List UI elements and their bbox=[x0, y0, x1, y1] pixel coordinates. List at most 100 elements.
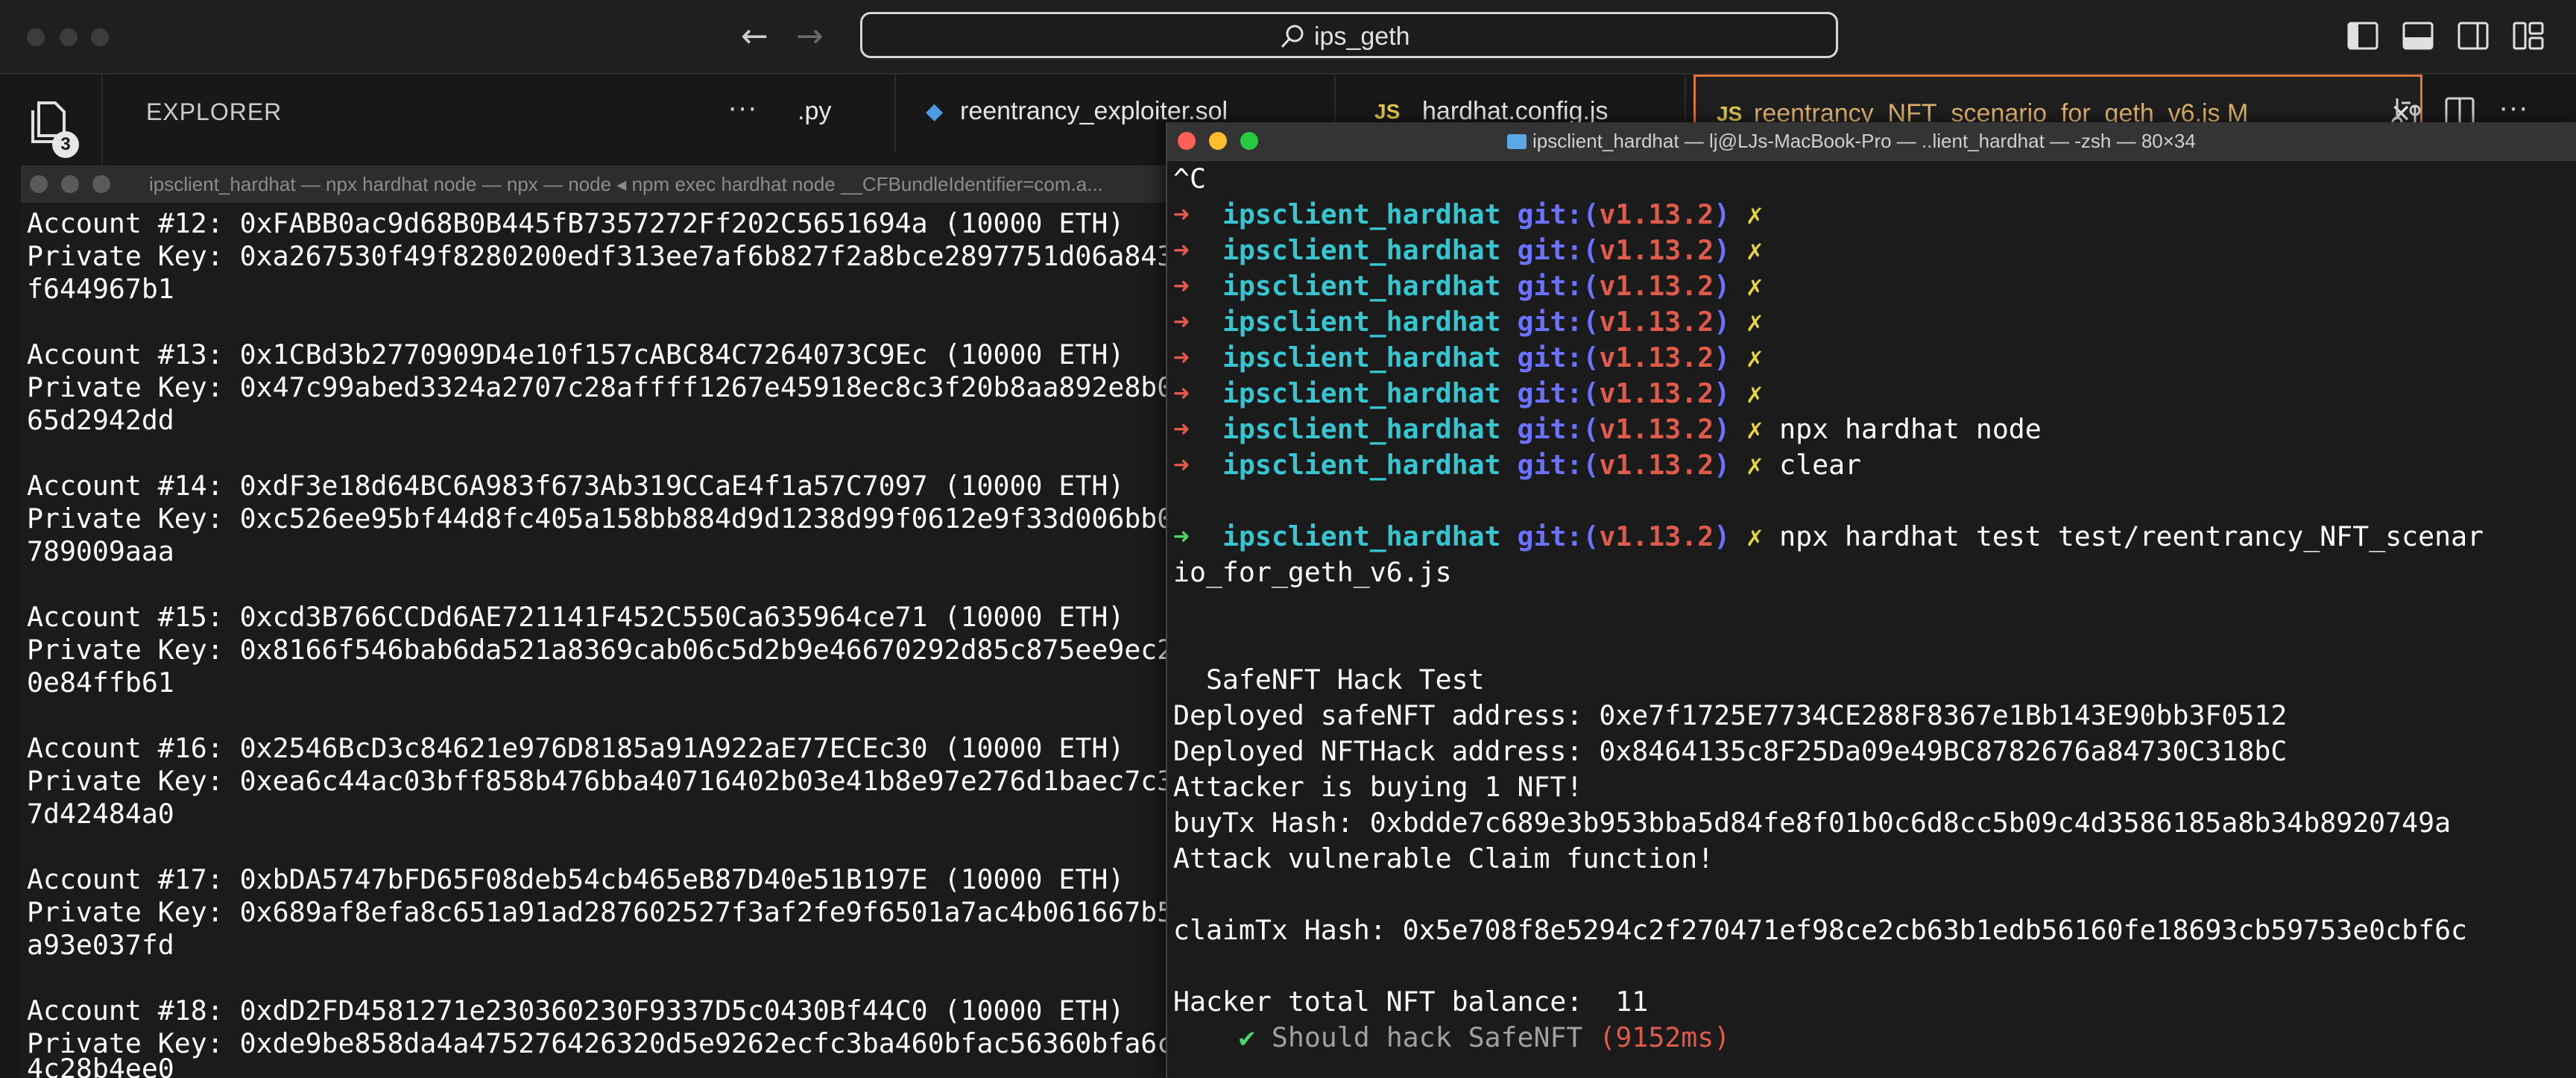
left-terminal-output[interactable]: Account #12: 0xFABB0ac9d68B0B445fB735727… bbox=[21, 203, 1169, 1078]
explorer-activity-button[interactable]: 3 bbox=[22, 98, 82, 158]
terminal-line: Account #12: 0xFABB0ac9d68B0B445fB735727… bbox=[27, 207, 1125, 239]
terminal-line: Account #17: 0xbDA5747bFD65F08deb54cb465… bbox=[27, 863, 1125, 895]
terminal-close-button[interactable] bbox=[1178, 132, 1196, 150]
more-actions-icon[interactable]: ··· bbox=[727, 91, 757, 124]
output-line: Attack vulnerable Claim function! bbox=[1173, 842, 1714, 874]
terminal-line: 7d42484a0 bbox=[27, 798, 174, 830]
terminal-line: Private Key: 0x8166f546bab6da521a8369cab… bbox=[27, 634, 1169, 666]
prompt-dirty: ✗ bbox=[1746, 234, 1764, 266]
prompt-dirty: ✗ bbox=[1746, 449, 1764, 481]
output-line: Hacker total NFT balance: 11 bbox=[1173, 986, 1649, 1018]
terminal-line: Account #15: 0xcd3B766CCDd6AE721141F452C… bbox=[27, 601, 1125, 633]
prompt-git-close: ) bbox=[1714, 234, 1731, 266]
test-command: npx hardhat test test/reentrancy_NFT_sce… bbox=[1779, 520, 2484, 552]
prompt-dirty: ✗ bbox=[1746, 198, 1764, 230]
terminal-minimize-button[interactable] bbox=[1209, 132, 1227, 150]
output-line: claimTx Hash: 0x5e708f8e5294c2f270471ef9… bbox=[1173, 914, 2468, 946]
prompt-dir: ipsclient_hardhat bbox=[1222, 520, 1501, 552]
terminal-zoom-button[interactable] bbox=[1240, 132, 1258, 150]
prompt-line: ➜ ipsclient_hardhat git:(v1.13.2) ✗ bbox=[1173, 268, 1779, 304]
toggle-panel-icon[interactable] bbox=[2402, 21, 2434, 51]
terminal-minimize-button[interactable] bbox=[61, 175, 79, 193]
prompt-git-close: ) bbox=[1714, 270, 1731, 302]
test-name: Should hack SafeNFT bbox=[1271, 1021, 1583, 1053]
javascript-icon: JS bbox=[1374, 100, 1401, 123]
terminal-line: Account #14: 0xdF3e18d64BC6A983f673Ab319… bbox=[27, 470, 1125, 502]
search-icon bbox=[1281, 25, 1304, 48]
prompt-line: ➜ ipsclient_hardhat git:(v1.13.2) ✗ bbox=[1173, 376, 1779, 412]
output-line: buyTx Hash: 0xbdde7c689e3b953bba5d84fe8f… bbox=[1173, 807, 2452, 839]
minimize-window-button[interactable] bbox=[60, 28, 78, 46]
prompt-arrow: ➜ bbox=[1173, 234, 1190, 266]
prompt-dirty: ✗ bbox=[1746, 341, 1764, 373]
prompt-dir: ipsclient_hardhat bbox=[1222, 306, 1501, 338]
prompt-dir: ipsclient_hardhat bbox=[1222, 198, 1501, 230]
back-arrow-icon[interactable]: ← bbox=[741, 18, 768, 55]
prompt-branch: v1.13.2 bbox=[1599, 270, 1714, 302]
prompt-git-close: ) bbox=[1714, 306, 1731, 338]
tab-py-file[interactable]: .py bbox=[796, 75, 896, 152]
terminal-line: Private Key: 0xa267530f49f8280200edf313e… bbox=[27, 240, 1169, 272]
terminal-line: Account #13: 0x1CBd3b2770909D4e10f157cAB… bbox=[27, 338, 1125, 371]
test-result-line: ✔ Should hack SafeNFT (9152ms) bbox=[1173, 1020, 1730, 1056]
prompt-git-close: ) bbox=[1714, 341, 1731, 373]
search-text: ips_geth bbox=[1314, 22, 1410, 51]
prompt-line: ➜ ipsclient_hardhat git:(v1.13.2) ✗ bbox=[1173, 304, 1779, 340]
terminal-line: Private Key: 0x689af8efa8c651a91ad287602… bbox=[27, 896, 1169, 928]
vscode-titlebar: ← → ips_geth bbox=[0, 0, 2576, 75]
terminal-line: 65d2942dd bbox=[27, 404, 174, 436]
output-line: Deployed safeNFT address: 0xe7f1725E7734… bbox=[1173, 699, 2288, 731]
prompt-git-close: ) bbox=[1714, 449, 1731, 481]
left-terminal-titlebar[interactable]: ipsclient_hardhat — npx hardhat node — n… bbox=[21, 166, 1169, 204]
terminal-line: Account #18: 0xdD2FD4581271e230360230F93… bbox=[27, 995, 1125, 1027]
prompt-arrow: ➜ bbox=[1173, 198, 1190, 230]
prompt-branch: v1.13.2 bbox=[1599, 449, 1714, 481]
prompt-dirty: ✗ bbox=[1746, 413, 1764, 445]
right-terminal-titlebar[interactable]: ipsclient_hardhat — lj@LJs-MacBook-Pro —… bbox=[1167, 122, 2576, 161]
suite-title: SafeNFT Hack Test bbox=[1173, 663, 1485, 696]
prompt-arrow: ➜ bbox=[1173, 270, 1190, 302]
check-icon: ✔ bbox=[1238, 1021, 1255, 1053]
prompt-dirty: ✗ bbox=[1746, 270, 1764, 302]
prompt-dir: ipsclient_hardhat bbox=[1222, 377, 1501, 409]
terminal-line: Private Key: 0xc526ee95bf44d8fc405a158bb… bbox=[27, 502, 1169, 535]
forward-arrow-icon[interactable]: → bbox=[796, 18, 824, 55]
prompt-branch: v1.13.2 bbox=[1599, 341, 1714, 373]
terminal-zoom-button[interactable] bbox=[92, 175, 110, 193]
tab-label: .py bbox=[798, 97, 832, 125]
explorer-badge: 3 bbox=[52, 131, 79, 158]
prompt-git-close: ) bbox=[1714, 377, 1731, 409]
command-center-search[interactable]: ips_geth bbox=[860, 12, 1838, 58]
prompt-arrow: ➜ bbox=[1173, 306, 1190, 338]
prompt-git: git:( bbox=[1517, 306, 1600, 338]
customize-layout-icon[interactable] bbox=[2512, 21, 2545, 51]
prompt-line: ➜ ipsclient_hardhat git:(v1.13.2) ✗ npx … bbox=[1173, 412, 2042, 447]
prompt-line: ➜ ipsclient_hardhat git:(v1.13.2) ✗ bbox=[1173, 340, 1779, 376]
terminal-line: 4c28b4ee0 bbox=[27, 1053, 174, 1078]
prompt-git-close: ) bbox=[1714, 198, 1731, 230]
prompt-arrow: ➜ bbox=[1173, 520, 1190, 552]
prompt-command: npx hardhat node bbox=[1779, 413, 2042, 445]
terminal-close-button[interactable] bbox=[30, 175, 48, 193]
terminal-line: Private Key: 0xea6c44ac03bff858b476bba40… bbox=[27, 765, 1169, 797]
zoom-window-button[interactable] bbox=[91, 28, 109, 46]
ctrl-c-line: ^C bbox=[1173, 163, 1206, 195]
prompt-line: ➜ ipsclient_hardhat git:(v1.13.2) ✗ clea… bbox=[1173, 447, 1861, 483]
folder-icon bbox=[1507, 134, 1527, 149]
prompt-git: git:( bbox=[1517, 449, 1600, 481]
prompt-arrow: ➜ bbox=[1173, 449, 1190, 481]
prompt-branch: v1.13.2 bbox=[1599, 413, 1714, 445]
test-command-wrap: io_for_geth_v6.js bbox=[1173, 556, 1452, 588]
right-terminal-output[interactable]: ^C ➜ ipsclient_hardhat git:(v1.13.2) ✗ ➜… bbox=[1167, 161, 2576, 1078]
prompt-git: git:( bbox=[1517, 270, 1600, 302]
toggle-primary-sidebar-icon[interactable] bbox=[2346, 21, 2379, 51]
terminal-line: Private Key: 0xde9be858da4a475276426320d… bbox=[27, 1027, 1169, 1059]
toggle-secondary-sidebar-icon[interactable] bbox=[2457, 21, 2490, 51]
prompt-branch: v1.13.2 bbox=[1599, 234, 1714, 266]
prompt-command: clear bbox=[1779, 449, 1862, 481]
editor-more-actions-icon[interactable]: ··· bbox=[2498, 91, 2528, 124]
prompt-line: ➜ ipsclient_hardhat git:(v1.13.2) ✗ npx … bbox=[1173, 519, 2484, 555]
terminal-line: f644967b1 bbox=[27, 273, 174, 305]
prompt-dirty: ✗ bbox=[1746, 520, 1764, 552]
close-window-button[interactable] bbox=[27, 28, 45, 46]
